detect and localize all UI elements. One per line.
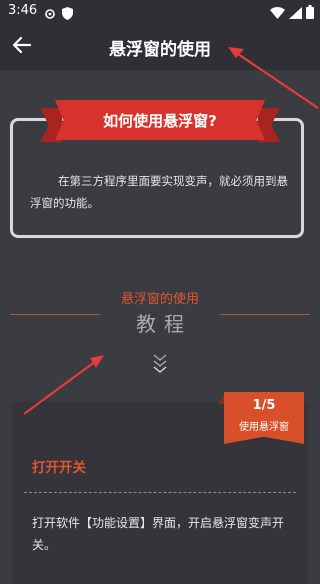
app-bar: 悬浮窗的使用: [0, 24, 320, 70]
status-time: 3:46: [8, 3, 38, 18]
wifi-icon: [270, 4, 285, 23]
content-area: 如何使用悬浮窗? 在第三方程序里面要实现变声，就必须用到悬浮窗的功能。 悬浮窗的…: [0, 70, 320, 584]
step-count: 1/5: [252, 398, 276, 413]
status-bar: 3:46: [0, 0, 320, 24]
step-title: 打开开关: [32, 460, 86, 476]
tutorial-title: 教程: [136, 312, 192, 336]
signal-icon: [289, 4, 302, 23]
step-divider: [24, 492, 296, 493]
tutorial-header: 悬浮窗的使用 教程: [0, 288, 320, 358]
faq-banner: 如何使用悬浮窗?: [55, 100, 265, 140]
battery-icon: [306, 4, 314, 23]
shield-icon: [62, 5, 73, 24]
double-chevron-down-icon: [150, 352, 170, 374]
step-tag: 1/5 使用悬浮窗: [224, 392, 304, 444]
step-tag-label: 使用悬浮窗: [239, 422, 289, 433]
faq-body-text: 在第三方程序里面要实现变声，就必须用到悬浮窗的功能。: [30, 174, 288, 210]
page-title: 悬浮窗的使用: [109, 40, 211, 60]
faq-banner-title: 如何使用悬浮窗?: [103, 111, 217, 130]
tutorial-step-card: 1/5 使用悬浮窗 打开开关 打开软件【功能设置】界面，开启悬浮窗变声开关。: [14, 392, 306, 584]
settings-icon: [44, 5, 56, 24]
tutorial-subtitle: 悬浮窗的使用: [120, 292, 199, 307]
step-body-text: 打开软件【功能设置】界面，开启悬浮窗变声开关。: [32, 516, 285, 552]
